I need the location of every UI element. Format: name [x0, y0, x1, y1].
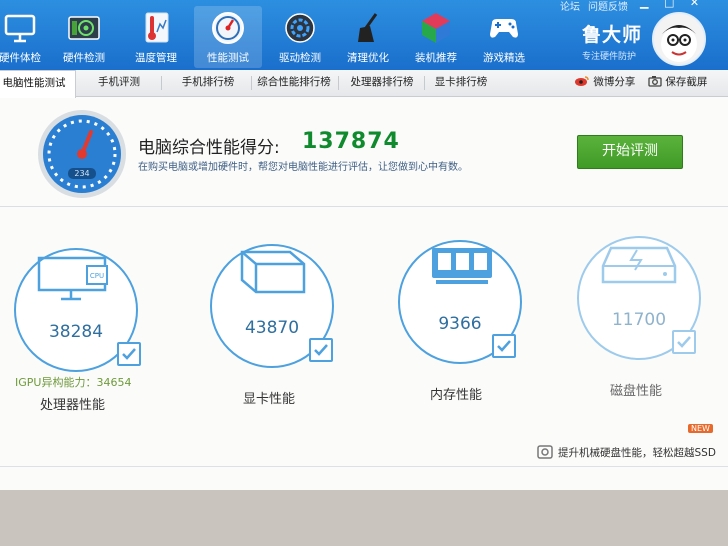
igpu-label: IGPU异构能力：	[15, 376, 97, 389]
graphics-card-icon	[68, 16, 100, 40]
gpu-check-box[interactable]	[309, 338, 333, 362]
app-window: 论坛 问题反馈 ▁ □ ✕ 硬件体检 硬件检测 温度管理 性能测试 驱动检测 清…	[0, 0, 728, 490]
tab-phone-review[interactable]: 手机评测	[88, 70, 150, 96]
brand: 鲁大师 专注硬件防护	[582, 20, 642, 62]
hard-disk-icon	[601, 246, 677, 284]
weibo-icon	[575, 76, 589, 86]
brand-slogan: 专注硬件防护	[582, 52, 637, 62]
tab-bar: 电脑性能测试 手机评测 手机排行榜 综合性能排行榜 处理器排行榜 显卡排行榜 微…	[0, 70, 728, 98]
toolbar-item-hardware-check[interactable]: 硬件体检	[0, 6, 54, 68]
forum-link[interactable]: 论坛	[560, 0, 580, 13]
weibo-share[interactable]: 微博分享	[574, 70, 635, 96]
mascot-avatar[interactable]	[652, 12, 706, 66]
weibo-share-label: 微博分享	[593, 76, 636, 88]
cpu-monitor-icon: CPU	[37, 256, 108, 301]
top-toolbar: 论坛 问题反馈 ▁ □ ✕ 硬件体检 硬件检测 温度管理 性能测试 驱动检测 清…	[0, 0, 728, 70]
toolbar-item-label: 硬件检测	[63, 52, 105, 64]
gpu-score: 43870	[244, 318, 300, 338]
gpu-metric-label: 显卡性能	[243, 392, 296, 407]
toolbar-item-clean[interactable]: 清理优化	[334, 6, 402, 68]
score-value: 137874	[302, 129, 400, 154]
tab-divider	[161, 76, 162, 90]
disk-score: 11700	[611, 310, 667, 330]
mascot-icon	[661, 25, 697, 62]
toolbar-item-label: 硬件体检	[0, 52, 41, 64]
start-test-button[interactable]: 开始评测	[577, 135, 683, 169]
restore-icon[interactable]: □	[664, 0, 674, 9]
gauge-readout: 234	[74, 169, 90, 178]
score-subtitle: 在购买电脑或增加硬件时，帮您对电脑性能进行评估，让您做到心中有数。	[138, 162, 468, 173]
checkmark-icon	[314, 344, 328, 356]
igpu-value: 34654	[96, 376, 132, 389]
footer-divider	[0, 466, 728, 467]
window-controls: ▁ □ ✕	[640, 0, 699, 9]
tab-overall-ranking[interactable]: 综合性能排行榜	[254, 70, 334, 96]
checkmark-icon	[497, 340, 511, 352]
tab-divider	[251, 76, 252, 90]
toolbar-item-temperature[interactable]: 温度管理	[122, 6, 190, 68]
toolbar-item-hardware-detect[interactable]: 硬件检测	[50, 6, 118, 68]
gamepad-icon	[490, 19, 518, 38]
checkmark-icon	[122, 348, 136, 360]
memory-chip-icon	[432, 248, 492, 284]
broom-icon	[358, 13, 378, 42]
cpu-check-box[interactable]	[117, 342, 141, 366]
ssd-promo-link[interactable]: 提升机械硬盘性能，轻松超越SSD	[558, 445, 716, 460]
speedometer-icon	[212, 12, 244, 44]
disk-check-box[interactable]	[672, 330, 696, 354]
svg-text:CPU: CPU	[90, 272, 104, 280]
monitor-check-icon	[4, 14, 36, 43]
memory-metric-label: 内存性能	[430, 388, 483, 403]
toolbar-item-label: 温度管理	[135, 52, 177, 64]
tab-cpu-ranking[interactable]: 处理器排行榜	[342, 70, 422, 96]
close-icon[interactable]: ✕	[690, 0, 699, 9]
section-divider	[0, 206, 728, 207]
brand-name: 鲁大师	[582, 24, 643, 46]
thermometer-icon	[145, 12, 169, 43]
tab-pc-performance[interactable]: 电脑性能测试	[0, 70, 76, 98]
toolbar-item-label: 装机推荐	[415, 52, 457, 64]
toolbar-item-performance[interactable]: 性能测试	[194, 6, 262, 68]
feedback-link[interactable]: 问题反馈	[588, 0, 628, 13]
toolbar-item-label: 驱动检测	[279, 52, 321, 64]
cube-icon	[422, 13, 450, 43]
cpu-score: 38284	[48, 322, 104, 342]
toolbar-item-label: 性能测试	[207, 52, 249, 64]
new-badge: NEW	[688, 424, 713, 433]
score-gauge: 234	[36, 108, 128, 200]
memory-check-box[interactable]	[492, 334, 516, 358]
disk-metric-label: 磁盘性能	[610, 384, 663, 399]
checkmark-icon	[677, 336, 691, 348]
gear-icon	[285, 13, 315, 43]
camera-icon	[648, 76, 662, 87]
speedometer-icon	[38, 110, 126, 198]
save-screenshot[interactable]: 保存截屏	[648, 70, 707, 96]
tab-gpu-ranking[interactable]: 显卡排行榜	[428, 70, 494, 96]
cpu-metric-label: 处理器性能	[40, 398, 106, 413]
toolbar-item-build-recommend[interactable]: 装机推荐	[402, 6, 470, 68]
toolbar-item-label: 游戏精选	[483, 52, 525, 64]
igpu-capability: IGPU异构能力：34654	[15, 374, 131, 390]
tab-phone-ranking[interactable]: 手机排行榜	[170, 70, 246, 96]
tab-divider	[424, 76, 425, 90]
toolbar-item-driver[interactable]: 驱动检测	[266, 6, 334, 68]
memory-score: 9366	[438, 314, 482, 334]
toolbar-item-label: 清理优化	[347, 52, 389, 64]
save-screenshot-label: 保存截屏	[665, 76, 708, 88]
minimize-icon[interactable]: ▁	[640, 0, 648, 9]
score-title: 电脑综合性能得分:	[138, 138, 280, 158]
toolbar-item-games[interactable]: 游戏精选	[470, 6, 538, 68]
tab-divider	[338, 76, 339, 90]
ssd-disk-icon	[537, 445, 553, 459]
graphics-cube-icon	[240, 250, 306, 294]
